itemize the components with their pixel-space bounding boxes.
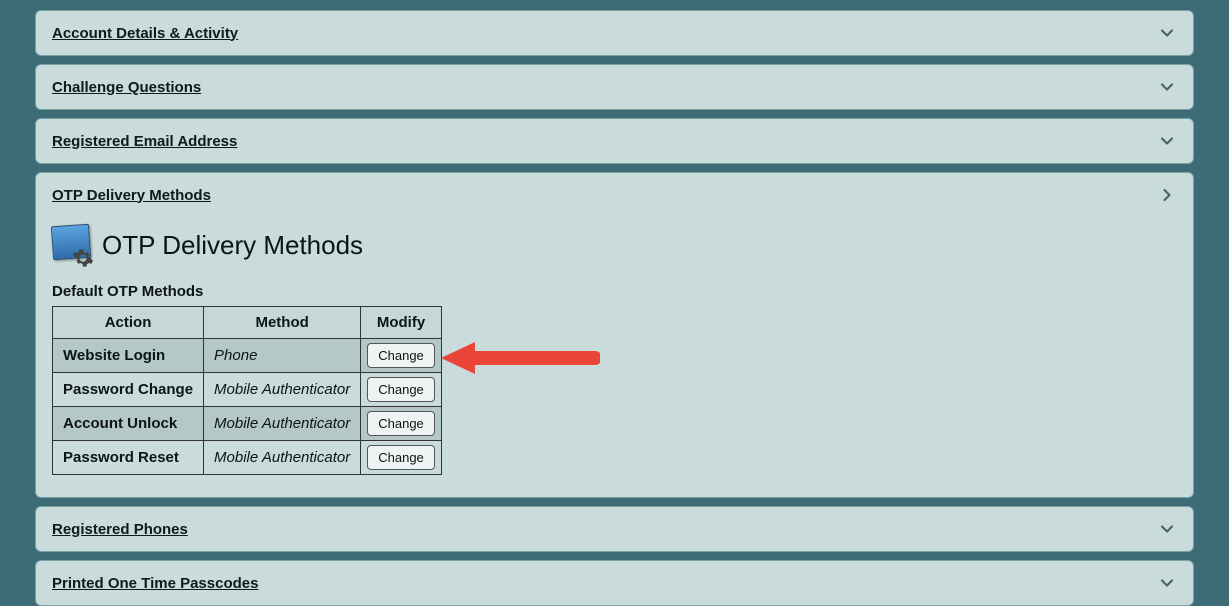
change-button[interactable]: Change	[367, 445, 435, 470]
panel-title-phones: Registered Phones	[52, 521, 188, 538]
cell-action: Account Unlock	[53, 407, 204, 441]
blueprint-gear-icon	[52, 225, 92, 265]
cell-modify: Change	[361, 441, 442, 475]
panel-registered-email[interactable]: Registered Email Address	[35, 118, 1194, 164]
chevron-right-icon	[1157, 185, 1177, 205]
cell-modify: Change	[361, 407, 442, 441]
chevron-down-icon	[1157, 23, 1177, 43]
panel-title-printed: Printed One Time Passcodes	[52, 575, 258, 592]
cell-method: Mobile Authenticator	[204, 407, 361, 441]
cell-method: Phone	[204, 339, 361, 373]
col-header-method: Method	[204, 307, 361, 339]
panel-registered-phones[interactable]: Registered Phones	[35, 506, 1194, 552]
panel-body-otp: OTP Delivery Methods Default OTP Methods…	[36, 217, 1193, 497]
panel-title-otp: OTP Delivery Methods	[52, 187, 211, 204]
cell-modify: Change	[361, 339, 442, 373]
section-head: OTP Delivery Methods	[52, 225, 1177, 265]
table-row: Password ResetMobile AuthenticatorChange	[53, 441, 442, 475]
cell-modify: Change	[361, 373, 442, 407]
table-row: Account UnlockMobile AuthenticatorChange	[53, 407, 442, 441]
chevron-down-icon	[1157, 131, 1177, 151]
table-row: Password ChangeMobile AuthenticatorChang…	[53, 373, 442, 407]
chevron-down-icon	[1157, 573, 1177, 593]
panel-challenge-questions[interactable]: Challenge Questions	[35, 64, 1194, 110]
panel-otp-delivery: OTP Delivery Methods OTP Delivery Method…	[35, 172, 1194, 498]
panel-title-email: Registered Email Address	[52, 133, 237, 150]
chevron-down-icon	[1157, 519, 1177, 539]
cell-action: Password Change	[53, 373, 204, 407]
cell-action: Password Reset	[53, 441, 204, 475]
panel-printed-passcodes[interactable]: Printed One Time Passcodes	[35, 560, 1194, 606]
panel-header-otp[interactable]: OTP Delivery Methods	[36, 173, 1193, 217]
change-button[interactable]: Change	[367, 411, 435, 436]
panel-title-challenge: Challenge Questions	[52, 79, 201, 96]
col-header-action: Action	[53, 307, 204, 339]
section-title: OTP Delivery Methods	[102, 230, 363, 261]
change-button[interactable]: Change	[367, 377, 435, 402]
cell-method: Mobile Authenticator	[204, 441, 361, 475]
chevron-down-icon	[1157, 77, 1177, 97]
panel-title-account: Account Details & Activity	[52, 25, 238, 42]
table-row: Website LoginPhoneChange	[53, 339, 442, 373]
change-button[interactable]: Change	[367, 343, 435, 368]
cell-method: Mobile Authenticator	[204, 373, 361, 407]
subtitle-default-methods: Default OTP Methods	[52, 283, 1177, 300]
cell-action: Website Login	[53, 339, 204, 373]
otp-methods-table: Action Method Modify Website LoginPhoneC…	[52, 306, 442, 475]
col-header-modify: Modify	[361, 307, 442, 339]
panel-account-details[interactable]: Account Details & Activity	[35, 10, 1194, 56]
